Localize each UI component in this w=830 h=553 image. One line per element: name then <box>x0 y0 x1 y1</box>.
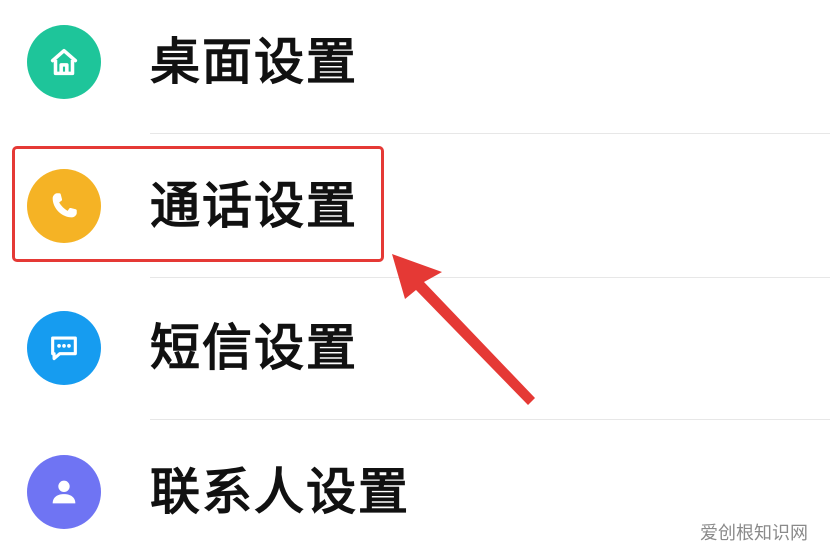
settings-item-call[interactable]: 通话设置 <box>0 134 830 278</box>
settings-list: 桌面设置 通话设置 短信设置 联系人设置 <box>0 0 830 553</box>
person-icon <box>27 455 101 529</box>
settings-item-desktop[interactable]: 桌面设置 <box>0 0 830 134</box>
phone-icon <box>27 169 101 243</box>
message-icon <box>27 311 101 385</box>
home-icon <box>27 25 101 99</box>
settings-item-label: 联系人设置 <box>150 463 410 521</box>
settings-screen: 桌面设置 通话设置 短信设置 联系人设置 爱创根知识网 <box>0 0 830 553</box>
settings-item-sms[interactable]: 短信设置 <box>0 276 830 420</box>
settings-item-label: 桌面设置 <box>150 33 358 91</box>
settings-item-label: 短信设置 <box>150 319 358 377</box>
watermark-text: 爱创根知识网 <box>700 523 808 544</box>
settings-item-label: 通话设置 <box>150 177 358 235</box>
